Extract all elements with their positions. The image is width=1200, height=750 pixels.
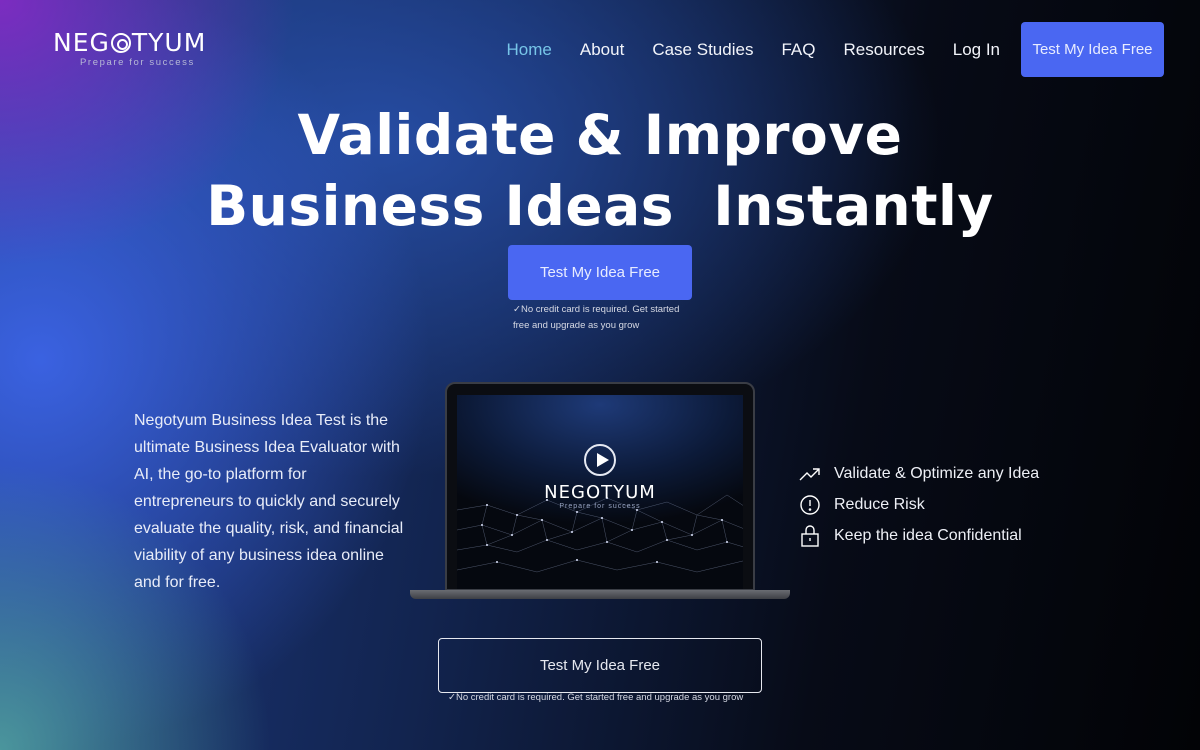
video-tagline: Prepare for success	[559, 503, 641, 510]
logo-wordmark: NEG TYUM	[53, 28, 207, 57]
nav-about[interactable]: About	[580, 40, 624, 60]
video-laptop-mockup: NEGOTYUM Prepare for success	[410, 382, 790, 600]
nav-cta-button[interactable]: Test My Idea Free	[1021, 22, 1164, 77]
feature-label: Reduce Risk	[834, 495, 925, 513]
hero-title: Validate & Improve Business Ideas Instan…	[0, 100, 1200, 242]
nav-home[interactable]: Home	[507, 40, 552, 60]
hero-cta-note: ✓No credit card is required. Get started…	[513, 304, 680, 331]
nav-case-studies[interactable]: Case Studies	[652, 40, 753, 60]
feature-label: Validate & Optimize any Idea	[834, 464, 1040, 482]
feature-item: Reduce Risk	[798, 489, 1039, 520]
nav-resources[interactable]: Resources	[843, 40, 924, 60]
hero-title-line2: Business Ideas Instantly	[206, 174, 994, 238]
play-icon[interactable]	[584, 444, 616, 476]
video-logo: NEGOTYUM	[544, 482, 656, 503]
trending-up-icon	[798, 463, 822, 485]
main-nav: Home About Case Studies FAQ Resources Lo…	[507, 22, 1164, 77]
feature-list: Validate & Optimize any Idea Reduce Risk…	[798, 458, 1039, 551]
video-player[interactable]: NEGOTYUM Prepare for success	[457, 395, 743, 589]
laptop-lid: NEGOTYUM Prepare for success	[445, 382, 755, 591]
nav-login[interactable]: Log In	[953, 40, 1000, 60]
alert-circle-icon	[798, 494, 822, 516]
laptop-base	[410, 590, 790, 599]
feature-item: Keep the idea Confidential	[798, 520, 1039, 551]
nav-faq[interactable]: FAQ	[781, 40, 815, 60]
lock-icon	[798, 524, 822, 547]
logo-tagline: Prepare for success	[80, 57, 195, 68]
logo-target-icon	[110, 32, 131, 53]
brand-logo[interactable]: NEG TYUM Prepare for success	[53, 28, 206, 68]
product-description: Negotyum Business Idea Test is the ultim…	[134, 412, 404, 591]
bottom-cta-button[interactable]: Test My Idea Free	[438, 638, 762, 693]
hero-title-line1: Validate & Improve	[297, 103, 903, 167]
feature-label: Keep the idea Confidential	[834, 526, 1022, 544]
feature-item: Validate & Optimize any Idea	[798, 458, 1039, 489]
hero-cta-button[interactable]: Test My Idea Free	[508, 245, 692, 300]
bottom-cta-note: ✓No credit card is required. Get started…	[448, 692, 744, 703]
